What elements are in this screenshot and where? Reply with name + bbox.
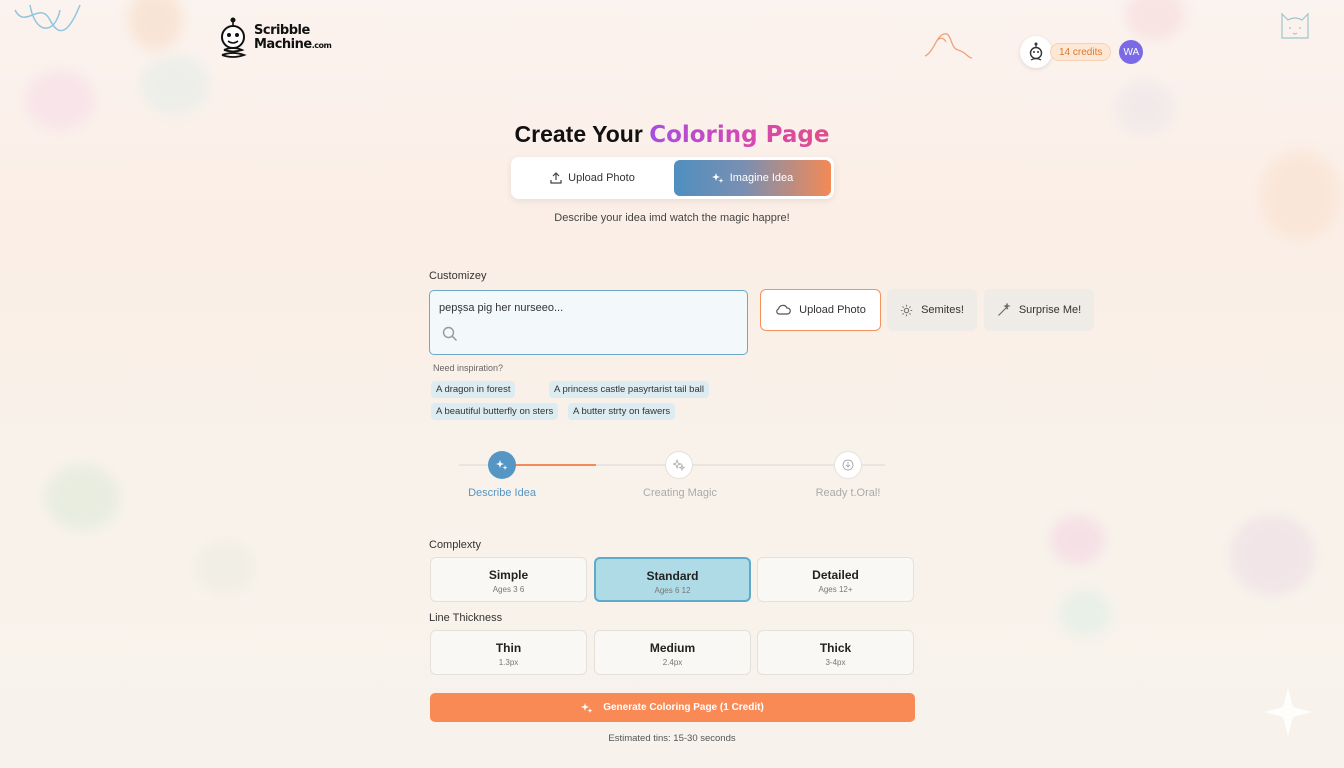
customize-label: Customizey [429,270,487,282]
cat-doodle-icon [1281,12,1309,39]
page-title-highlight: Coloring Page [649,122,830,148]
option-title: Medium [649,641,696,655]
brand-name-suffix: .com [311,40,332,50]
page-title: Create Your Coloring Page [0,121,1344,148]
complexity-option-standard[interactable]: Standard Ages 6 12 [594,557,751,602]
bg-blob [128,0,183,50]
option-subtitle: Ages 3 6 [492,585,525,594]
page-title-plain: Create Your [514,121,643,147]
upload-photo-button[interactable]: Upload Photo [760,289,881,331]
tab-imagine-idea-label: Imagine Idea [729,172,794,184]
brand-name: Scribble Machine.com [254,22,332,53]
idea-prompt-value: pepşsa pig her nurseeo... [439,302,564,314]
bg-blob [45,465,120,530]
credits-robot-icon[interactable] [1020,36,1052,68]
mode-switch: Upload Photo Imagine Idea [511,157,834,199]
semites-button[interactable]: Semites! [887,289,977,331]
bg-blob [1230,515,1315,595]
option-subtitle: Ages 12+ [818,585,853,594]
user-avatar[interactable]: WA [1119,40,1144,64]
option-subtitle: 1.3px [498,658,519,667]
bg-blob [1060,590,1110,635]
bg-blob [1125,0,1185,40]
bg-blob [1260,150,1340,240]
step-ready [834,451,862,479]
settings-icon [900,304,913,316]
robot-mascot-icon [221,17,247,58]
option-title: Thick [819,641,852,655]
search-icon [442,326,458,342]
step-describe-idea [488,451,516,479]
doodle-creature-icon [924,33,973,59]
surprise-me-button[interactable]: Surprise Me! [984,289,1094,331]
suggestion-chip[interactable]: A dragon in forest [431,381,516,398]
suggestion-chip[interactable]: A butter strty on fawers [568,403,676,420]
option-subtitle: 3-4px [825,658,846,667]
option-title: Simple [488,568,529,582]
complexity-label: Complexty [429,539,481,551]
user-area: 14 credits WA [1020,36,1144,68]
tab-upload-photo-label: Upload Photo [568,172,635,184]
suggestion-chip[interactable]: A princess castle pasyrtarist tail ball [549,381,709,398]
option-title: Thin [495,641,522,655]
sparkle-icon [496,460,508,470]
step-creating-magic-label: Creating Magic [643,487,717,499]
bg-blob [140,55,210,115]
cloud-icon [776,304,791,315]
download-icon [842,459,854,471]
complexity-option-detailed[interactable]: Detailed Ages 12+ [757,557,914,602]
option-title: Standard [646,569,699,583]
thickness-option-medium[interactable]: Medium 2.4px [594,630,751,675]
step-ready-label: Ready t.Oral! [815,487,881,499]
line-thickness-label: Line Thickness [429,612,503,624]
complexity-option-simple[interactable]: Simple Ages 3 6 [430,557,587,602]
sparkle-icon [581,702,593,713]
suggestion-chip[interactable]: A beautiful butterfly on sters [431,403,559,420]
sparkle-icon [711,173,724,183]
magic-wand-icon [997,303,1011,316]
progress-fill [502,464,596,466]
semites-button-label: Semites! [921,304,964,316]
upload-icon [550,172,562,184]
bg-blob [195,540,255,595]
option-title: Detailed [812,568,859,582]
page-subtitle: Describe your idea imd watch the magic h… [554,212,790,224]
estimated-time: Estimated tins: 15-30 seconds [608,733,736,744]
brand-name-line1: Scribble [254,22,310,38]
sparkle-star-icon [1264,688,1312,736]
upload-photo-button-label: Upload Photo [799,304,866,316]
inspiration-label: Need inspiration? [433,363,504,373]
tab-upload-photo[interactable]: Upload Photo [514,160,671,196]
bg-blob [1050,515,1105,565]
option-subtitle: Ages 6 12 [654,586,691,595]
idea-prompt-input[interactable]: pepşsa pig her nurseeo... [429,290,748,355]
step-creating-magic [665,451,693,479]
option-subtitle: 2.4px [662,658,683,667]
sparkle-icon [673,459,685,471]
generate-button-label: Generate Coloring Page (1 Credit) [603,702,764,713]
brand-name-line2: Machine [254,36,312,52]
thickness-option-thick[interactable]: Thick 3-4px [757,630,914,675]
credits-badge[interactable]: 14 credits [1050,43,1112,61]
generate-button[interactable]: Generate Coloring Page (1 Credit) [430,693,915,722]
tab-imagine-idea[interactable]: Imagine Idea [674,160,831,196]
step-describe-idea-label: Describe Idea [468,487,536,499]
thickness-option-thin[interactable]: Thin 1.3px [430,630,587,675]
brand-logo[interactable]: Scribble Machine.com [216,16,332,60]
scribble-doodle-icon [14,4,81,32]
surprise-me-button-label: Surprise Me! [1018,304,1082,316]
